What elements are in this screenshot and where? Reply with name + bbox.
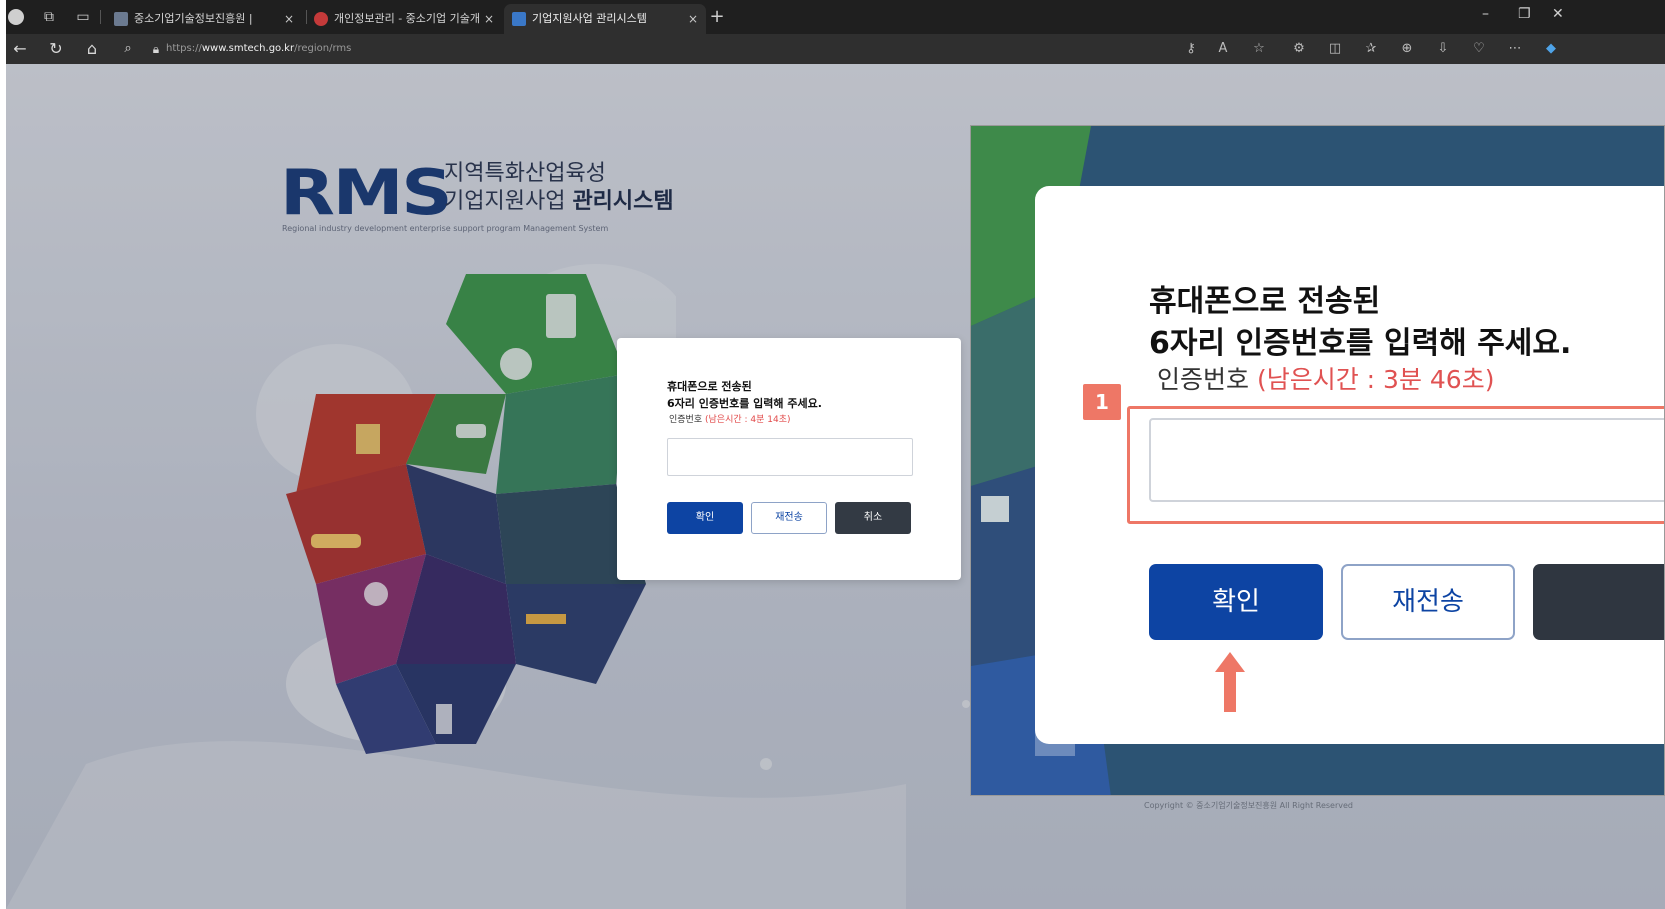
verification-dialog: 휴대폰으로 전송된 6자리 인증번호를 입력해 주세요. 인증번호 (남은시간 … [617, 338, 961, 580]
key-icon[interactable]: ⚷ [1182, 40, 1200, 58]
split-screen-icon[interactable]: ◫ [1326, 40, 1344, 58]
copyright-text: Copyright © 중소기업기술정보진흥원 All Right Reserv… [1144, 801, 1353, 810]
lock-icon[interactable]: 🔒︎ [146, 39, 166, 59]
zoom-cancel-button[interactable] [1533, 564, 1664, 640]
resend-button[interactable]: 재전송 [751, 502, 827, 534]
url-path: /region/rms [294, 43, 352, 54]
dialog-message-line1: 휴대폰으로 전송된 [667, 380, 752, 393]
dialog-message-line2: 6자리 인증번호를 입력해 주세요. [667, 397, 822, 410]
collections-icon[interactable]: ⊕ [1398, 40, 1416, 58]
up-arrow-icon [1215, 652, 1245, 712]
zoom-confirm-button[interactable]: 확인 [1149, 564, 1323, 640]
tab-actions-icon[interactable]: ▭ [74, 8, 92, 26]
tab-title: 중소기업기술정보진흥원 | [134, 12, 253, 25]
tab-title: 기업지원사업 관리시스템 [532, 12, 647, 25]
refresh-icon[interactable]: ↻ [46, 39, 66, 59]
address-bar[interactable]: https://www.smtech.go.kr/region/rms [166, 39, 1166, 59]
tab-kosmes-info[interactable]: 중소기업기술정보진흥원 | × [106, 4, 302, 34]
minimize-button[interactable]: – [1482, 6, 1489, 22]
more-options-icon[interactable]: ⋯ [1506, 40, 1524, 58]
copilot-icon[interactable]: ◆ [1542, 40, 1560, 58]
zoom-message-line1: 휴대폰으로 전송된 [1149, 284, 1381, 319]
url-host: www.smtech.go.kr [201, 43, 295, 54]
zoom-label-text: 인증번호 [1157, 365, 1250, 394]
search-icon[interactable]: ⌕ [118, 39, 138, 59]
remaining-time: (남은시간 : 4분 14초) [705, 415, 791, 425]
site-favicon-icon [114, 12, 128, 26]
tab-title: 개인정보관리 - 중소기업 기술개 [334, 12, 481, 25]
browser-window: ⧉ ▭ 중소기업기술정보진흥원 | × 개인정보관리 - 중소기업 기술개 × … [6, 0, 1665, 909]
zoom-message-line2: 6자리 인증번호를 입력해 주세요. [1149, 326, 1572, 361]
zoomed-verification-dialog: 휴대폰으로 전송된 6자리 인증번호를 입력해 주세요. 인증번호 (남은시간 … [1035, 186, 1664, 744]
verification-label: 인증번호 (남은시간 : 4분 14초) [669, 412, 791, 425]
downloads-icon[interactable]: ⇩ [1434, 40, 1452, 58]
tab-bar: ⧉ ▭ 중소기업기술정보진흥원 | × 개인정보관리 - 중소기업 기술개 × … [6, 0, 1665, 34]
step-marker-badge: 1 [1083, 384, 1121, 420]
close-window-button[interactable]: ✕ [1552, 6, 1564, 22]
verification-label-text: 인증번호 [669, 415, 703, 425]
read-aloud-icon[interactable]: A [1214, 40, 1232, 58]
browser-essentials-icon[interactable]: ♡ [1470, 40, 1488, 58]
zoom-remaining-time: (남은시간 : 3분 46초) [1256, 365, 1495, 394]
tab-privacy-management[interactable]: 개인정보관리 - 중소기업 기술개 × [306, 4, 502, 34]
tab-rms-active[interactable]: 기업지원사업 관리시스템 × [504, 4, 706, 34]
tab-close-icon[interactable]: × [484, 4, 494, 34]
tab-close-icon[interactable]: × [284, 4, 294, 34]
new-tab-button[interactable]: + [708, 8, 726, 26]
extensions-icon[interactable]: ⚙ [1290, 40, 1308, 58]
maximize-button[interactable]: ❐ [1518, 6, 1531, 22]
url-scheme: https:// [166, 43, 202, 54]
zoom-resend-button[interactable]: 재전송 [1341, 564, 1515, 640]
back-arrow-icon[interactable]: ← [10, 39, 30, 59]
profile-avatar-icon[interactable] [8, 9, 24, 25]
home-icon[interactable]: ⌂ [82, 39, 102, 59]
site-favicon-icon [314, 12, 328, 26]
workspaces-icon[interactable]: ⧉ [40, 8, 58, 26]
verification-code-input[interactable] [667, 438, 913, 476]
site-favicon-icon [512, 12, 526, 26]
page-content: RMS 지역특화산업육성 기업지원사업 관리시스템 Regional indus… [6, 64, 1665, 909]
favorites-icon[interactable]: ✰ [1362, 40, 1380, 58]
favorite-star-icon[interactable]: ☆ [1250, 40, 1268, 58]
cancel-button[interactable]: 취소 [835, 502, 911, 534]
zoom-verification-code-input[interactable] [1149, 418, 1664, 502]
zoom-verification-label: 인증번호 (남은시간 : 3분 46초) [1157, 360, 1494, 396]
zoom-callout: 휴대폰으로 전송된 6자리 인증번호를 입력해 주세요. 인증번호 (남은시간 … [970, 125, 1665, 796]
address-toolbar: ← ↻ ⌂ ⌕ 🔒︎ https://www.smtech.go.kr/regi… [6, 34, 1665, 64]
tab-close-icon[interactable]: × [688, 4, 698, 34]
confirm-button[interactable]: 확인 [667, 502, 743, 534]
